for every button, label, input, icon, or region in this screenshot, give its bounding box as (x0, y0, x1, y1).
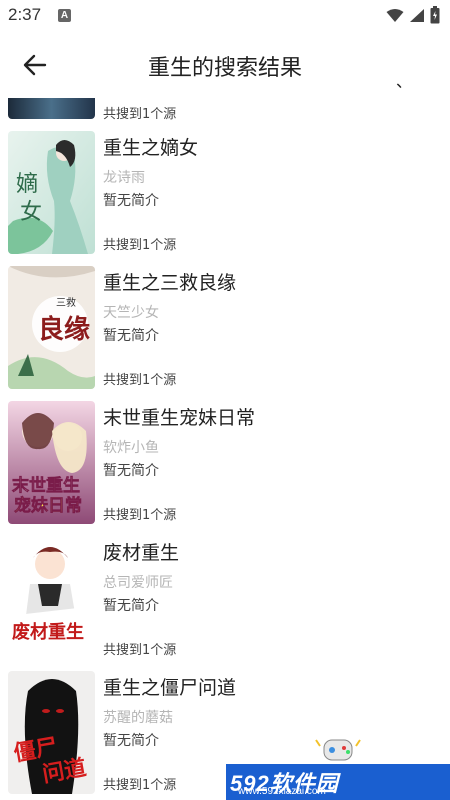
signal-icon (410, 9, 424, 22)
svg-text:三救: 三救 (56, 296, 76, 309)
book-author: 龙诗雨 (103, 170, 145, 186)
wifi-icon (386, 9, 404, 22)
cover-image: 良缘 三救 (8, 266, 95, 389)
book-cover: 废材重生 (8, 536, 95, 659)
site-watermark: 592软件园 www.592xiazai.com (226, 730, 450, 800)
gamepad-mascot-icon (315, 739, 361, 761)
list-item[interactable]: 良缘 三救 重生之三救良缘 天竺少女 暂无简介 共搜到1个源 (0, 262, 450, 397)
book-cover: 末世重生 宠妹日常 (8, 401, 95, 524)
book-intro: 暂无简介 (103, 463, 159, 479)
cover-image: 嫡 女 (8, 131, 95, 254)
list-item[interactable]: 共搜到1个源 (0, 98, 450, 124)
list-item[interactable]: 嫡 女 重生之嫡女 龙诗雨 暂无简介 共搜到1个源 (0, 127, 450, 262)
book-title: 重生之三救良缘 (103, 272, 237, 294)
status-bar: 2:37 A (0, 0, 450, 32)
source-count: 共搜到1个源 (103, 238, 177, 253)
book-cover: 僵尸 问道 (8, 671, 95, 794)
svg-text:女: 女 (20, 200, 42, 225)
list-item[interactable]: 废材重生 废材重生 总司爱师匠 暂无简介 共搜到1个源 (0, 532, 450, 667)
book-title: 重生之僵尸问道 (103, 677, 237, 699)
source-count: 共搜到1个源 (103, 778, 177, 793)
book-title: 末世重生宠妹日常 (103, 407, 256, 429)
source-count: 共搜到1个源 (103, 643, 177, 658)
cover-title-art: 嫡 (16, 172, 38, 197)
book-intro: 暂无简介 (103, 193, 159, 209)
book-cover: 良缘 三救 (8, 266, 95, 389)
search-result-list[interactable]: 共搜到1个源 嫡 女 重生之嫡女 龙诗雨 暂无简介 共搜到1个源 良缘 三救 重… (0, 98, 450, 800)
cover-image: 末世重生 宠妹日常 (8, 401, 95, 524)
svg-text:宠妹日常: 宠妹日常 (14, 495, 82, 516)
book-intro: 暂无简介 (103, 598, 159, 614)
app-bar: 重生的搜索结果 、 (0, 32, 450, 98)
watermark-banner: 592软件园 www.592xiazai.com (226, 764, 450, 800)
source-count: 共搜到1个源 (103, 373, 177, 388)
book-author: 总司爱师匠 (103, 575, 173, 591)
book-title: 重生之嫡女 (103, 137, 199, 159)
watermark-url: www.592xiazai.com (238, 786, 326, 797)
cover-image: 废材重生 (8, 536, 95, 659)
cover-image: 僵尸 问道 (8, 671, 95, 794)
svg-text:末世重生: 末世重生 (12, 475, 80, 496)
page-title: 重生的搜索结果 (147, 56, 302, 81)
status-time: 2:37 (8, 5, 42, 24)
book-cover: 嫡 女 (8, 131, 95, 254)
book-author: 苏醒的蘑菇 (103, 710, 173, 726)
source-count: 共搜到1个源 (103, 508, 177, 523)
book-intro: 暂无简介 (103, 733, 159, 749)
svg-text:废材重生: 废材重生 (12, 621, 84, 643)
svg-text:良缘: 良缘 (38, 314, 90, 345)
book-author: 天竺少女 (103, 305, 159, 321)
book-cover (8, 98, 95, 119)
list-item[interactable]: 末世重生 宠妹日常 末世重生宠妹日常 软炸小鱼 暂无简介 共搜到1个源 (0, 397, 450, 532)
book-author: 软炸小鱼 (103, 440, 159, 456)
notification-icon: A (58, 9, 71, 22)
header-mark: 、 (396, 72, 413, 91)
book-intro: 暂无简介 (103, 328, 159, 344)
source-count: 共搜到1个源 (103, 107, 177, 122)
battery-icon (430, 6, 440, 24)
book-title: 废材重生 (103, 542, 180, 564)
